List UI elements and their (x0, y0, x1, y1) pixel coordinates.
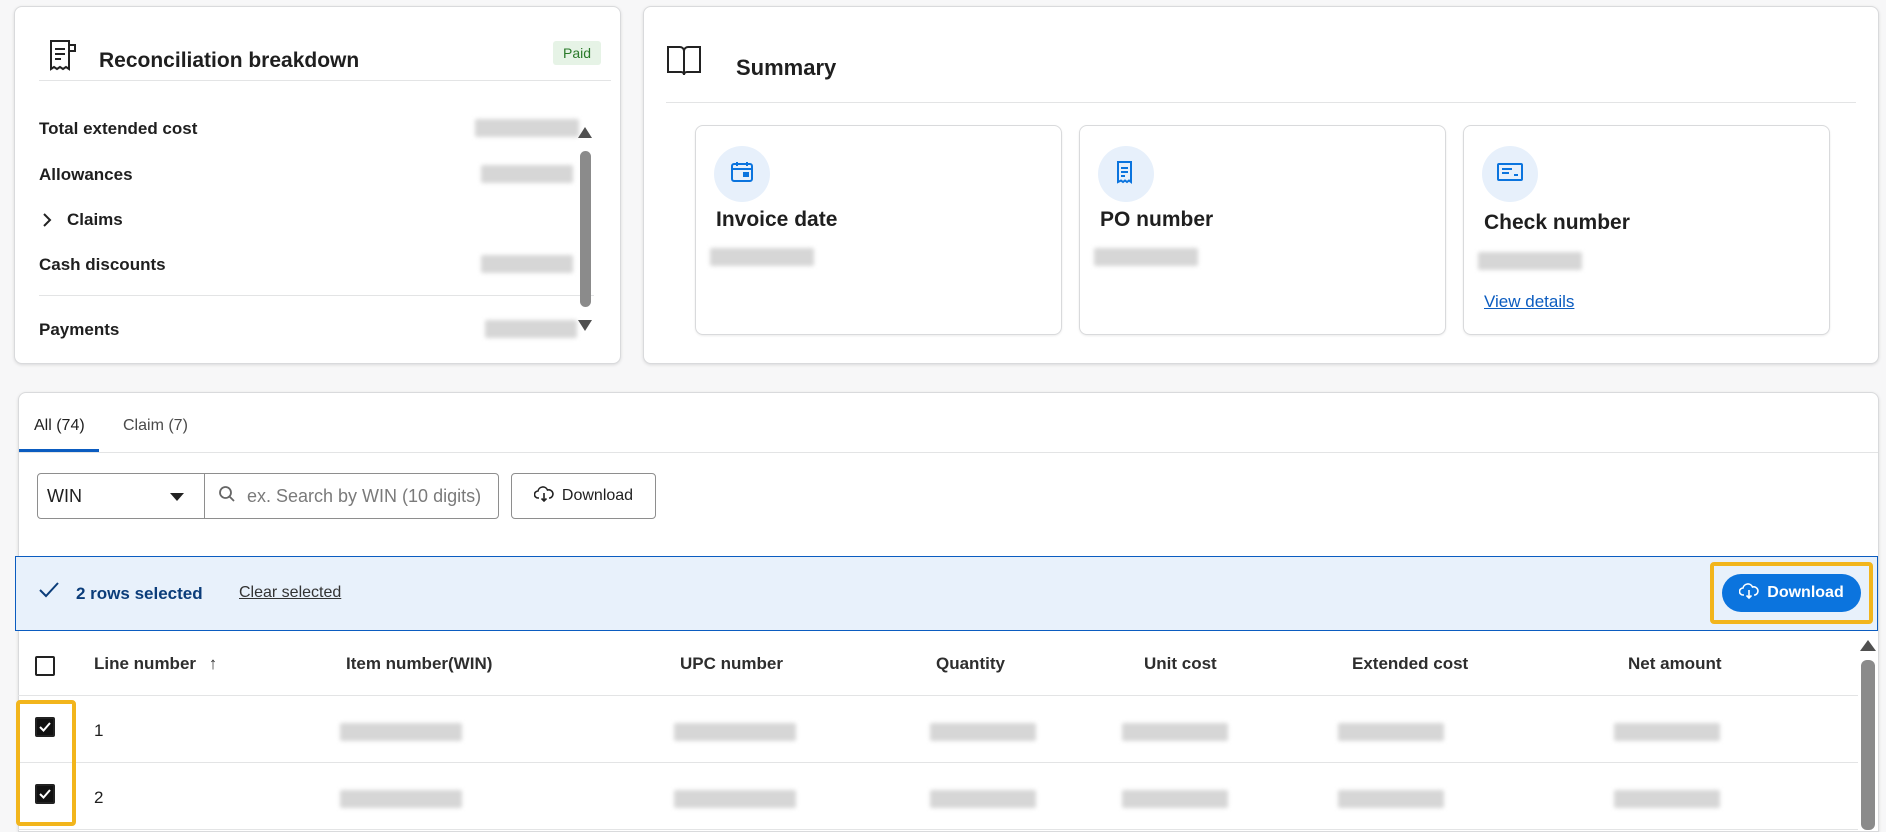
invoice-date-value (710, 248, 814, 266)
book-icon (666, 43, 702, 84)
search-input[interactable] (204, 473, 499, 519)
summary-header: Summary (666, 37, 1856, 103)
search-type-value: WIN (47, 486, 82, 506)
document-icon (1115, 160, 1137, 189)
quantity-cell (930, 790, 1036, 808)
total-extended-cost-value (475, 119, 579, 137)
reconciliation-card: Reconciliation breakdown Paid Total exte… (14, 6, 621, 364)
checkmark-icon (38, 581, 60, 604)
column-unit-cost: Unit cost (1144, 654, 1217, 673)
receipt-icon (47, 39, 79, 78)
net-amount-cell (1614, 790, 1720, 808)
column-line-number-label: Line number (94, 654, 197, 673)
column-line-number[interactable]: Line number ↑ (94, 654, 217, 674)
calendar-icon-circle (714, 146, 770, 202)
tab-claim[interactable]: Claim (7) (123, 417, 188, 435)
summary-title: Summary (736, 55, 837, 80)
net-amount-cell (1614, 723, 1720, 741)
payments-value (485, 320, 577, 338)
po-number-card: PO number (1079, 125, 1446, 335)
chevron-right-icon (41, 212, 53, 233)
tabs: All (74) Claim (7) (19, 393, 1878, 453)
rows-selected-text: 2 rows selected (76, 584, 203, 603)
table-row: 2 (18, 764, 1858, 830)
scroll-up-arrow[interactable] (578, 127, 592, 138)
search-type-select[interactable]: WIN (37, 473, 205, 519)
scroll-down-arrow[interactable] (578, 320, 592, 331)
cash-discounts-label: Cash discounts (39, 255, 166, 274)
reconciliation-title: Reconciliation breakdown (99, 49, 360, 72)
column-net-amount: Net amount (1628, 654, 1722, 673)
check-icon-circle (1482, 146, 1538, 202)
total-extended-cost-label: Total extended cost (39, 119, 198, 138)
check-number-card: Check number View details (1463, 125, 1830, 335)
sort-arrow-icon: ↑ (208, 654, 218, 673)
invoice-date-card: Invoice date (695, 125, 1062, 335)
allowances-label: Allowances (39, 165, 133, 184)
cash-discounts-value (481, 255, 573, 273)
tab-all[interactable]: All (74) (34, 417, 85, 435)
column-quantity: Quantity (936, 654, 1005, 673)
upc-number-cell (674, 723, 796, 741)
payments-label: Payments (39, 320, 120, 339)
po-number-value (1094, 248, 1198, 266)
table-header: Line number ↑ Item number(WIN) UPC numbe… (18, 632, 1858, 696)
search-icon (218, 485, 236, 508)
table-row: 1 (18, 697, 1858, 763)
column-item-number: Item number(WIN) (346, 654, 493, 673)
clear-selected-link[interactable]: Clear selected (239, 584, 341, 602)
extended-cost-cell (1338, 790, 1444, 808)
unit-cost-cell (1122, 723, 1228, 741)
item-number-cell (340, 790, 462, 808)
reconciliation-header: Reconciliation breakdown (39, 35, 611, 81)
download-selected-label: Download (1767, 584, 1844, 601)
line-number-cell: 2 (94, 788, 104, 807)
divider (39, 295, 594, 296)
cloud-download-icon (533, 485, 554, 507)
check-icon (1497, 162, 1523, 187)
download-button[interactable]: Download (511, 473, 656, 519)
summary-card: Summary Invoice date PO number Check num… (643, 6, 1879, 364)
view-details-link[interactable]: View details (1484, 292, 1574, 312)
select-all-checkbox[interactable] (35, 656, 55, 676)
unit-cost-cell (1122, 790, 1228, 808)
active-tab-indicator (19, 449, 99, 452)
table-scroll-up-arrow[interactable] (1860, 640, 1876, 651)
download-button-label: Download (561, 487, 634, 504)
item-number-cell (340, 723, 462, 741)
calendar-icon (730, 161, 754, 188)
check-number-value (1478, 252, 1582, 270)
column-upc-number: UPC number (680, 654, 783, 673)
check-number-label: Check number (1484, 211, 1630, 234)
scrollbar-thumb[interactable] (580, 151, 591, 307)
upc-number-cell (674, 790, 796, 808)
extended-cost-cell (1338, 723, 1444, 741)
selection-bar: 2 rows selected Clear selected (15, 556, 1878, 631)
caret-down-icon (170, 493, 184, 501)
paid-status-badge: Paid (553, 41, 602, 65)
allowances-value (481, 165, 573, 183)
table-scrollbar[interactable] (1861, 660, 1875, 830)
claims-label: Claims (67, 210, 123, 229)
po-number-label: PO number (1100, 208, 1214, 231)
document-icon-circle (1098, 146, 1154, 202)
line-number-cell: 1 (94, 721, 104, 740)
invoice-date-label: Invoice date (716, 208, 838, 231)
cloud-download-icon (1738, 582, 1760, 604)
download-selected-button[interactable]: Download (1722, 574, 1861, 612)
column-extended-cost: Extended cost (1352, 654, 1469, 673)
quantity-cell (930, 723, 1036, 741)
checkbox-highlight (16, 700, 76, 826)
